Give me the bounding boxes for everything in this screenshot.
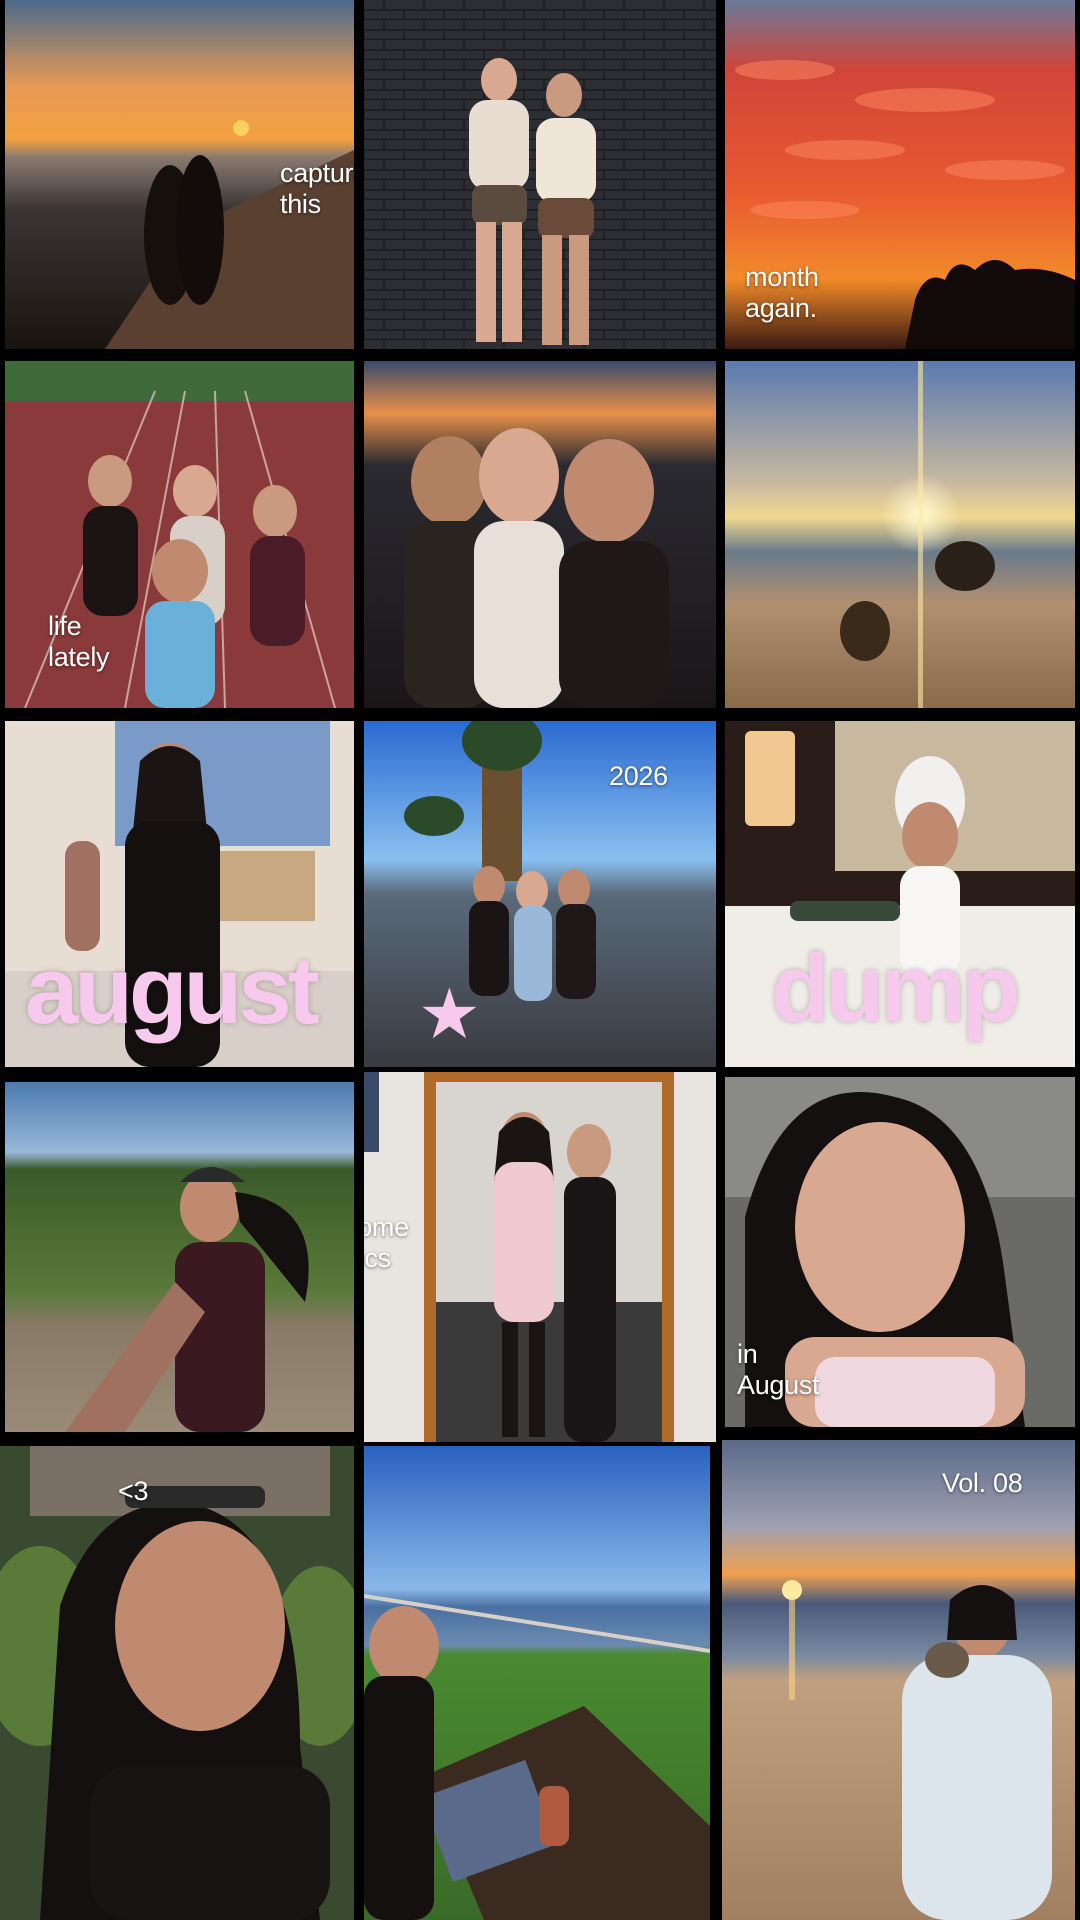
beach-sunset-puppy-photo: Vol. 08 (722, 1440, 1075, 1920)
mirror-outfit-photo: some pics (364, 1072, 716, 1442)
caption-heart: <3 (118, 1476, 149, 1506)
beach-sun-dogs-photo (725, 361, 1075, 708)
promenade-palm-friends-photo: 2026 ★ (364, 721, 716, 1067)
smiling-selfie-photo: in August (725, 1077, 1075, 1427)
caption-life-lately: life lately (48, 611, 110, 672)
august-title-word: august (25, 937, 320, 1044)
red-sunset-clouds-photo: month again. (725, 0, 1075, 349)
sunset-selfie-photo (364, 361, 716, 708)
garden-smile-selfie-photo: <3 (0, 1446, 354, 1920)
caption-capture-this: capture this (280, 158, 354, 219)
caption-some-pics: some pics (364, 1212, 409, 1273)
caption-volume: Vol. 08 (942, 1468, 1023, 1498)
running-track-group-photo: life lately (5, 361, 354, 708)
pink-star-icon: ★ (418, 973, 481, 1055)
sunset-beach-couple-photo: capture this (5, 0, 354, 349)
brick-wall-friends-photo (364, 0, 716, 349)
caption-year: 2026 (609, 761, 668, 791)
field-walk-selfie-photo (5, 1082, 354, 1432)
hotel-champagne-photo: dump (725, 721, 1075, 1067)
caption-month-again: month again. (745, 262, 819, 323)
laptop-seaside-photo (364, 1446, 710, 1920)
dump-title-word: dump (771, 935, 1020, 1042)
caption-in-august: in August (737, 1339, 820, 1400)
mirror-selfie-photo: august (5, 721, 354, 1067)
